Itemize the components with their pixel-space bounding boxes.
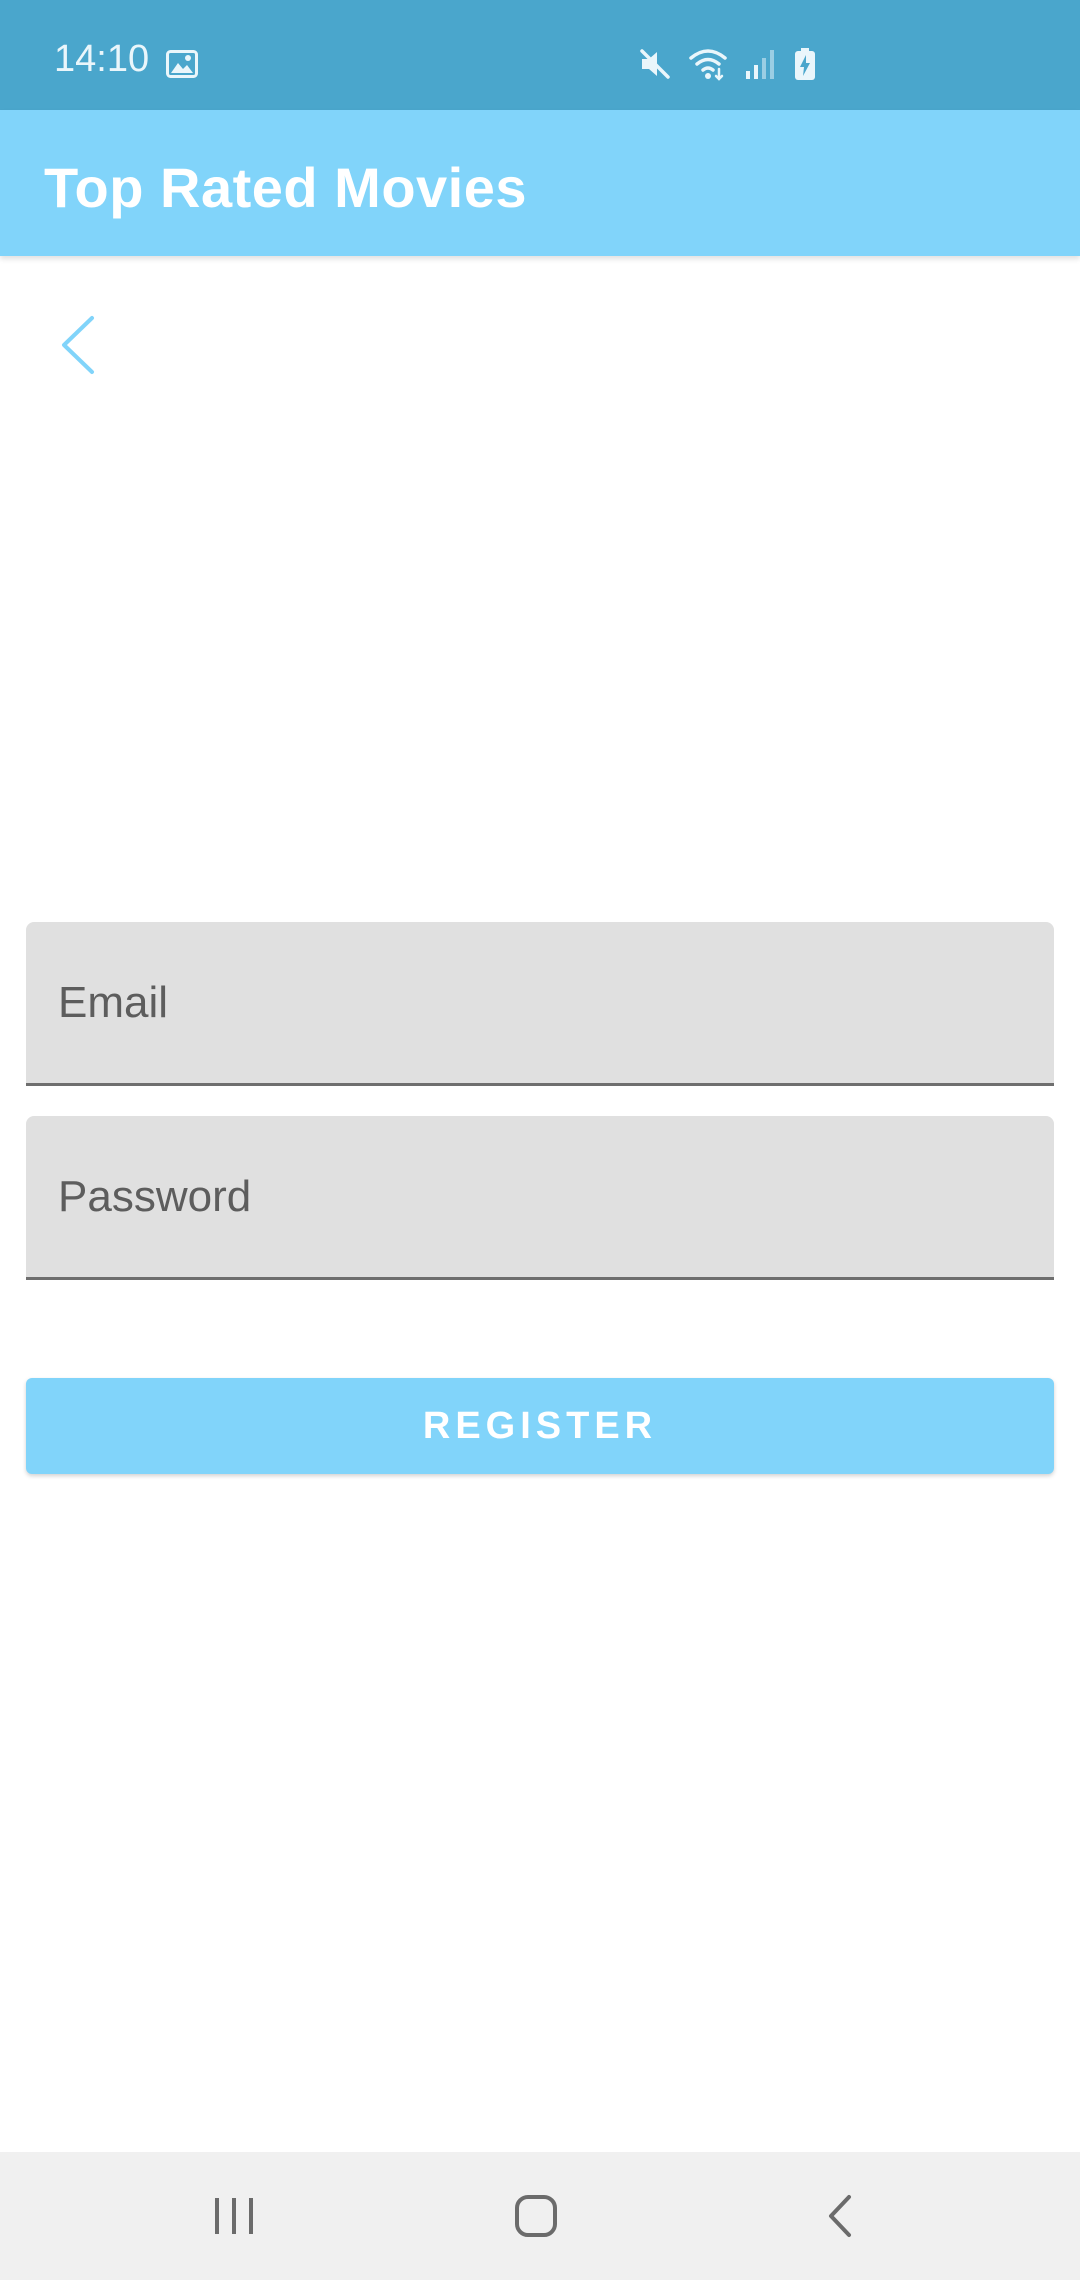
app-title: Top Rated Movies xyxy=(44,156,528,219)
mute-icon xyxy=(640,49,670,79)
register-button[interactable]: REGISTER xyxy=(26,1378,1054,1474)
recents-icon xyxy=(215,2198,253,2234)
email-input[interactable] xyxy=(58,922,1018,1083)
battery-charging-icon xyxy=(795,48,815,80)
password-field[interactable] xyxy=(26,1116,1054,1280)
status-bar: 14:10 xyxy=(0,0,1080,110)
back-arrow-icon[interactable] xyxy=(52,312,104,378)
wifi-icon xyxy=(689,49,727,81)
nav-back-icon xyxy=(829,2195,851,2237)
home-button[interactable] xyxy=(456,2152,616,2280)
recents-button[interactable] xyxy=(154,2152,314,2280)
status-icons xyxy=(638,46,816,82)
app-bar: Top Rated Movies xyxy=(0,110,1080,256)
home-icon xyxy=(515,2195,557,2237)
status-time: 14:10 xyxy=(54,38,150,80)
navigation-bar xyxy=(0,2152,1080,2280)
nav-back-button[interactable] xyxy=(760,2152,920,2280)
email-field[interactable] xyxy=(26,922,1054,1086)
password-input[interactable] xyxy=(58,1116,1018,1277)
signal-icon xyxy=(746,50,774,79)
gallery-icon xyxy=(166,50,198,78)
